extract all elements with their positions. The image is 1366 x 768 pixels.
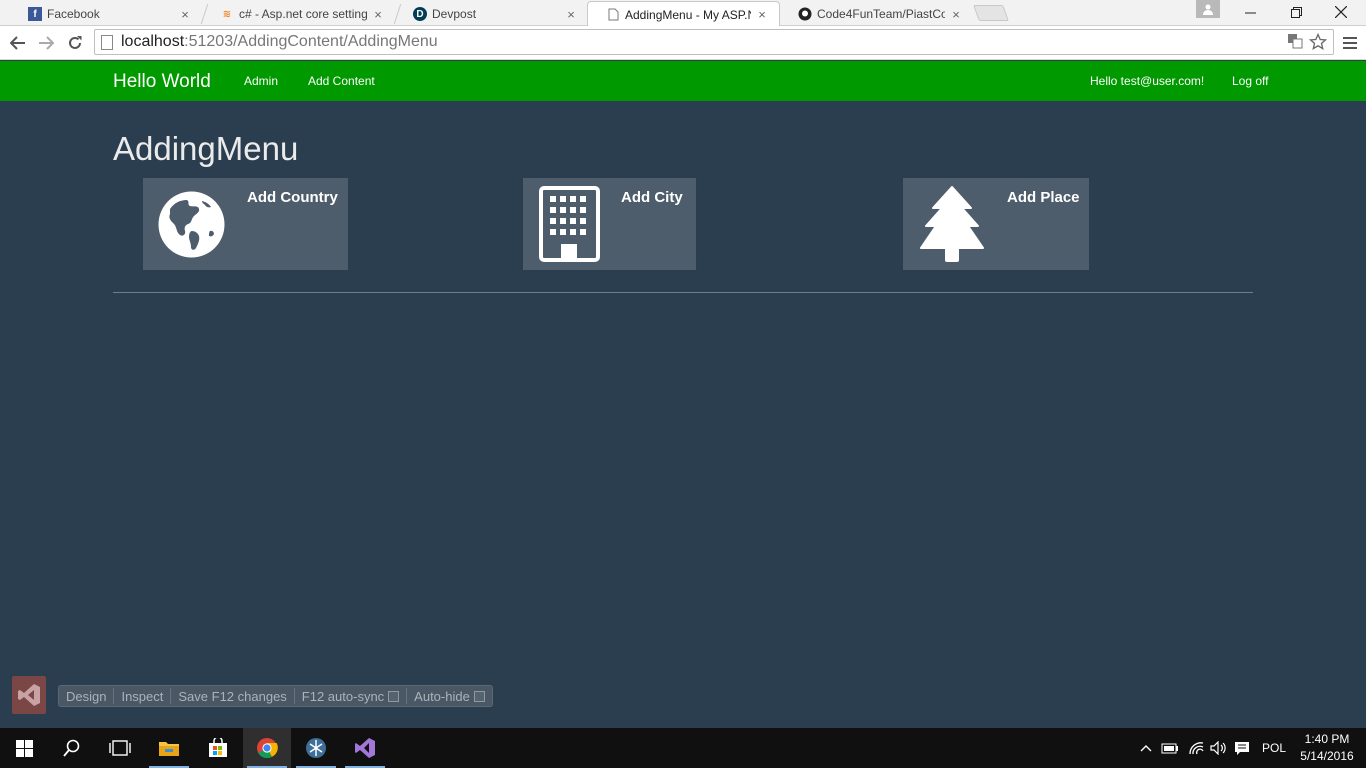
- bl-label: Inspect: [121, 688, 164, 704]
- bl-label: Save F12 changes: [178, 688, 287, 704]
- clock-time: 1:40 PM: [1304, 732, 1350, 746]
- tab-facebook[interactable]: f Facebook ×: [10, 2, 202, 26]
- nav-greeting[interactable]: Hello test@user.com!: [1090, 74, 1204, 88]
- language-indicator[interactable]: POL: [1262, 728, 1286, 768]
- task-view-icon[interactable]: [96, 728, 144, 768]
- tab-github[interactable]: Code4FunTeam/PiastCode ×: [780, 2, 973, 26]
- windows-start-icon[interactable]: [0, 728, 48, 768]
- address-bar[interactable]: localhost:51203/AddingContent/AddingMenu: [94, 29, 1334, 55]
- add-city-tile[interactable]: Add City: [523, 178, 696, 270]
- tab-close-icon[interactable]: ×: [755, 7, 769, 22]
- file-explorer-icon[interactable]: [145, 728, 193, 768]
- devpost-icon: D: [413, 7, 427, 21]
- tile-label: Add City: [621, 189, 683, 206]
- close-window-icon[interactable]: [1318, 0, 1364, 24]
- battery-icon[interactable]: [1161, 728, 1179, 768]
- reload-icon[interactable]: [63, 31, 87, 55]
- add-country-tile[interactable]: Add Country: [143, 178, 348, 270]
- inspect-button[interactable]: Inspect: [114, 688, 172, 704]
- tab-title: AddingMenu - My ASP.NE: [625, 7, 751, 22]
- browser-tab-strip: f Facebook × ≋ c# - Asp.net core setting…: [0, 0, 1366, 27]
- add-place-tile[interactable]: Add Place: [903, 178, 1089, 270]
- auto-hide-checkbox[interactable]: [473, 690, 485, 702]
- tab-stackoverflow[interactable]: ≋ c# - Asp.net core setting l ×: [200, 2, 395, 26]
- wifi-icon[interactable]: [1188, 728, 1204, 768]
- tab-addingmenu[interactable]: AddingMenu - My ASP.NE ×: [587, 1, 780, 27]
- f12-auto-sync-checkbox[interactable]: [388, 690, 400, 702]
- bl-label: Design: [66, 688, 107, 704]
- translate-icon[interactable]: [1287, 33, 1303, 56]
- site-navbar: Hello World Admin Add Content Hello test…: [0, 61, 1366, 101]
- page-title: AddingMenu: [113, 130, 299, 167]
- tab-title: Facebook: [47, 7, 100, 21]
- visual-studio-icon[interactable]: [341, 728, 389, 768]
- nav-link-admin[interactable]: Admin: [244, 74, 278, 88]
- design-button[interactable]: Design: [59, 688, 115, 704]
- app-icon[interactable]: [292, 728, 340, 768]
- tab-close-icon[interactable]: ×: [564, 7, 578, 22]
- show-hidden-icons[interactable]: [1140, 728, 1152, 768]
- url-host: localhost: [121, 33, 185, 50]
- tab-devpost[interactable]: D Devpost ×: [393, 2, 588, 26]
- profile-icon[interactable]: [1196, 0, 1220, 18]
- f12-auto-sync-toggle[interactable]: F12 auto-sync: [295, 688, 408, 704]
- tile-label: Add Place: [1007, 189, 1080, 206]
- browser-link-toolbar: Design Inspect Save F12 changes F12 auto…: [58, 685, 493, 707]
- store-icon[interactable]: [194, 728, 242, 768]
- tab-close-icon[interactable]: ×: [178, 7, 192, 22]
- chrome-icon[interactable]: [243, 728, 291, 768]
- language-label: POL: [1262, 741, 1287, 755]
- windows-taskbar: POL 1:40 PM 5/14/2016: [0, 728, 1366, 768]
- tab-title: Devpost: [432, 7, 477, 21]
- page-icon: [606, 8, 620, 22]
- content-divider: [113, 292, 1253, 293]
- clock-date: 5/14/2016: [1300, 749, 1354, 763]
- url-text[interactable]: localhost:51203/AddingContent/AddingMenu: [121, 33, 438, 51]
- bl-label: Auto-hide: [414, 688, 470, 704]
- bl-label: F12 auto-sync: [301, 688, 385, 704]
- minimize-icon[interactable]: [1227, 0, 1273, 24]
- action-center-icon[interactable]: [1234, 728, 1250, 768]
- tab-close-icon[interactable]: ×: [949, 7, 963, 22]
- chrome-menu-icon[interactable]: [1340, 31, 1360, 55]
- tab-close-icon[interactable]: ×: [371, 7, 385, 22]
- tree-icon: [920, 186, 984, 268]
- back-icon[interactable]: [6, 31, 30, 55]
- nav-link-add-content[interactable]: Add Content: [308, 74, 375, 88]
- forward-icon[interactable]: [34, 31, 58, 55]
- page-icon: [101, 34, 113, 50]
- visual-studio-logo-icon[interactable]: [12, 676, 46, 714]
- auto-hide-toggle[interactable]: Auto-hide: [407, 688, 492, 704]
- save-f12-changes-button[interactable]: Save F12 changes: [171, 688, 295, 704]
- nav-logoff[interactable]: Log off: [1232, 74, 1268, 88]
- building-icon: [539, 186, 600, 267]
- navbar-brand[interactable]: Hello World: [113, 71, 211, 93]
- globe-icon: [158, 191, 225, 263]
- browser-toolbar: localhost:51203/AddingContent/AddingMenu: [0, 26, 1366, 60]
- search-icon[interactable]: [48, 728, 96, 768]
- stackoverflow-icon: ≋: [222, 8, 232, 20]
- bookmark-star-icon[interactable]: [1308, 32, 1328, 56]
- url-path: :51203/AddingContent/AddingMenu: [184, 33, 438, 50]
- tab-title: Code4FunTeam/PiastCode: [817, 7, 945, 21]
- restore-icon[interactable]: [1273, 0, 1319, 24]
- facebook-icon: f: [28, 7, 42, 21]
- tab-title: c# - Asp.net core setting l: [239, 7, 367, 21]
- tile-label: Add Country: [247, 189, 338, 206]
- github-icon: [798, 7, 812, 21]
- volume-icon[interactable]: [1210, 728, 1228, 768]
- taskbar-clock[interactable]: 1:40 PM 5/14/2016: [1296, 731, 1358, 765]
- new-tab-button[interactable]: [973, 5, 1009, 21]
